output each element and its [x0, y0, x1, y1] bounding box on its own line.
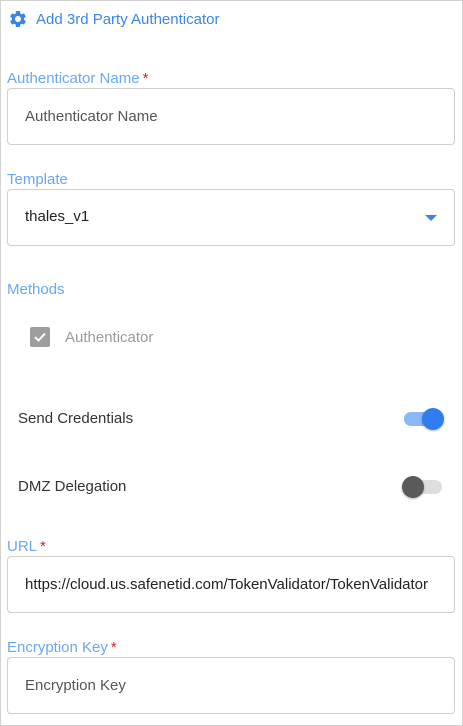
encryption-key-label: Encryption Key *	[7, 639, 117, 656]
template-label: Template	[7, 171, 68, 188]
toggle-knob[interactable]	[422, 408, 444, 430]
authenticator-name-label-text: Authenticator Name	[7, 70, 140, 87]
template-label-text: Template	[7, 171, 68, 188]
authenticator-name-label: Authenticator Name *	[7, 70, 148, 87]
gear-icon	[8, 9, 28, 29]
dmz-delegation-row: DMZ Delegation	[18, 475, 444, 499]
url-field[interactable]	[7, 556, 455, 613]
authenticator-name-input[interactable]	[8, 89, 428, 144]
authenticator-form-panel: Add 3rd Party Authenticator Authenticato…	[0, 0, 463, 726]
encryption-key-field[interactable]	[7, 657, 455, 714]
dmz-delegation-toggle[interactable]	[402, 475, 444, 499]
send-credentials-row: Send Credentials	[18, 407, 444, 431]
authenticator-checkbox[interactable]	[30, 327, 50, 347]
send-credentials-toggle[interactable]	[402, 407, 444, 431]
url-input[interactable]	[8, 557, 428, 612]
header-title[interactable]: Add 3rd Party Authenticator	[36, 11, 219, 28]
required-mark: *	[40, 538, 46, 555]
template-selected-value: thales_v1	[25, 208, 90, 225]
authenticator-name-field[interactable]	[7, 88, 455, 145]
authenticator-checkbox-label: Authenticator	[65, 328, 154, 346]
encryption-key-label-text: Encryption Key	[7, 639, 108, 656]
encryption-key-input[interactable]	[8, 658, 428, 713]
required-mark: *	[110, 639, 117, 656]
template-select[interactable]: thales_v1	[7, 189, 455, 246]
toggle-knob[interactable]	[402, 476, 424, 498]
send-credentials-label: Send Credentials	[18, 410, 134, 427]
url-label-text: URL	[7, 538, 38, 555]
required-mark: *	[142, 70, 149, 87]
checkmark-icon	[34, 332, 46, 342]
form-header[interactable]: Add 3rd Party Authenticator	[8, 8, 219, 30]
methods-label: Methods	[7, 281, 65, 298]
authenticator-method-row: Authenticator	[30, 327, 153, 347]
caret-down-icon	[425, 215, 437, 221]
url-label: URL *	[7, 538, 46, 555]
dmz-delegation-label: DMZ Delegation	[18, 478, 127, 495]
